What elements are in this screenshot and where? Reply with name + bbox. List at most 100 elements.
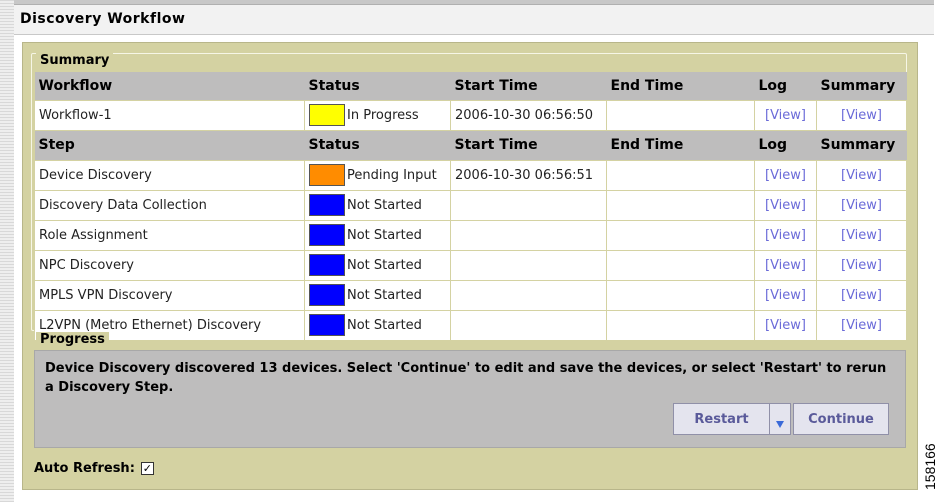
progress-message: Device Discovery discovered 13 devices. …: [45, 361, 887, 395]
auto-refresh-checkbox[interactable]: ✓: [140, 462, 154, 475]
step-summary-link[interactable]: [View]: [841, 318, 882, 333]
workflow-status: In Progress: [347, 107, 419, 123]
step-log-cell: [View]: [754, 249, 817, 281]
workflow-name: Workflow-1: [34, 99, 305, 131]
step-start-time: [450, 309, 607, 341]
restart-button[interactable]: Restart: [673, 403, 769, 435]
status-swatch-in-progress: [309, 104, 345, 126]
step-start-time: [450, 279, 607, 311]
header-status: Status: [304, 72, 451, 100]
step-end-time: [606, 219, 755, 251]
step-summary-cell: [View]: [816, 189, 907, 221]
page-title: Discovery Workflow: [20, 11, 186, 27]
summary-legend: Summary: [36, 53, 114, 68]
step-name: Discovery Data Collection: [34, 189, 305, 221]
step-name: MPLS VPN Discovery: [34, 279, 305, 311]
step-end-time: [606, 189, 755, 221]
header-step-summary: Summary: [816, 130, 907, 160]
step-status-cell: Not Started: [304, 189, 451, 221]
workflow-table: Workflow Status Start Time End Time Log …: [34, 72, 907, 341]
right-margin: [918, 35, 948, 502]
step-row: NPC Discovery Not Started [View] [View]: [34, 249, 907, 281]
workflow-end-time: [606, 99, 755, 131]
restart-dropdown-button[interactable]: [769, 403, 791, 435]
step-end-time: [606, 249, 755, 281]
step-summary-cell: [View]: [816, 249, 907, 281]
status-swatch: [309, 284, 345, 306]
step-status-cell: Not Started: [304, 309, 451, 341]
header-step-start-time: Start Time: [450, 130, 607, 160]
header-step-status: Status: [304, 130, 451, 160]
header-workflow: Workflow: [34, 72, 305, 100]
step-start-time: [450, 189, 607, 221]
step-status: Not Started: [347, 287, 422, 303]
step-log-link[interactable]: [View]: [765, 228, 806, 243]
step-row: MPLS VPN Discovery Not Started [View] [View…: [34, 279, 907, 311]
step-start-time: [450, 249, 607, 281]
step-log-link[interactable]: [View]: [765, 198, 806, 213]
header-log: Log: [754, 72, 817, 100]
workflow-log-cell: [View]: [754, 99, 817, 131]
step-status: Not Started: [347, 257, 422, 273]
step-log-cell: [View]: [754, 219, 817, 251]
step-end-time: [606, 309, 755, 341]
workflow-start-time: 2006-10-30 06:56:50: [450, 99, 607, 131]
status-swatch: [309, 314, 345, 336]
auto-refresh-label: Auto Refresh:: [34, 461, 135, 476]
header-end-time: End Time: [606, 72, 755, 100]
auto-refresh: Auto Refresh: ✓: [34, 461, 154, 476]
step-end-time: [606, 159, 755, 191]
workflow-row: Workflow-1 In Progress 2006-10-30 06:56:…: [34, 99, 907, 131]
figure-number: 158166: [922, 443, 938, 490]
step-status-cell: Not Started: [304, 219, 451, 251]
step-summary-link[interactable]: [View]: [841, 198, 882, 213]
step-status-cell: Not Started: [304, 279, 451, 311]
step-status-cell: Not Started: [304, 249, 451, 281]
step-log-cell: [View]: [754, 159, 817, 191]
workflow-summary-link[interactable]: [View]: [841, 108, 882, 123]
status-swatch: [309, 164, 345, 186]
step-header-row: Step Status Start Time End Time Log Summ…: [34, 130, 907, 160]
header-start-time: Start Time: [450, 72, 607, 100]
step-start-time: 2006-10-30 06:56:51: [450, 159, 607, 191]
step-status: Not Started: [347, 317, 422, 333]
step-log-link[interactable]: [View]: [765, 168, 806, 183]
step-row: Role Assignment Not Started [View] [View]: [34, 219, 907, 251]
step-summary-link[interactable]: [View]: [841, 288, 882, 303]
step-log-link[interactable]: [View]: [765, 258, 806, 273]
step-start-time: [450, 219, 607, 251]
header-summary: Summary: [816, 72, 907, 100]
workflow-log-link[interactable]: [View]: [765, 108, 806, 123]
step-status: Pending Input: [347, 167, 437, 183]
step-log-link[interactable]: [View]: [765, 288, 806, 303]
step-log-link[interactable]: [View]: [765, 318, 806, 333]
step-summary-link[interactable]: [View]: [841, 168, 882, 183]
header-step-log: Log: [754, 130, 817, 160]
chevron-down-icon: [776, 420, 784, 428]
title-row: Discovery Workflow: [14, 5, 934, 35]
step-status: Not Started: [347, 227, 422, 243]
step-summary-cell: [View]: [816, 219, 907, 251]
step-name: Role Assignment: [34, 219, 305, 251]
step-name: NPC Discovery: [34, 249, 305, 281]
step-summary-link[interactable]: [View]: [841, 228, 882, 243]
step-summary-link[interactable]: [View]: [841, 258, 882, 273]
left-margin-strip: [0, 0, 14, 502]
workflow-header-row: Workflow Status Start Time End Time Log …: [34, 72, 907, 100]
step-name: Device Discovery: [34, 159, 305, 191]
step-row: Device Discovery Pending Input 2006-10-30 …: [34, 159, 907, 191]
step-row: Discovery Data Collection Not Started [Vie…: [34, 189, 907, 221]
header-step: Step: [34, 130, 305, 160]
status-swatch: [309, 254, 345, 276]
progress-box: Device Discovery discovered 13 devices. …: [34, 350, 906, 448]
status-swatch: [309, 194, 345, 216]
step-row: L2VPN (Metro Ethernet) Discovery Not Star…: [34, 309, 907, 341]
header-step-end-time: End Time: [606, 130, 755, 160]
step-status: Not Started: [347, 197, 422, 213]
step-log-cell: [View]: [754, 279, 817, 311]
step-summary-cell: [View]: [816, 159, 907, 191]
step-end-time: [606, 279, 755, 311]
continue-button[interactable]: Continue: [793, 403, 889, 435]
progress-legend: Progress: [36, 332, 109, 347]
step-status-cell: Pending Input: [304, 159, 451, 191]
